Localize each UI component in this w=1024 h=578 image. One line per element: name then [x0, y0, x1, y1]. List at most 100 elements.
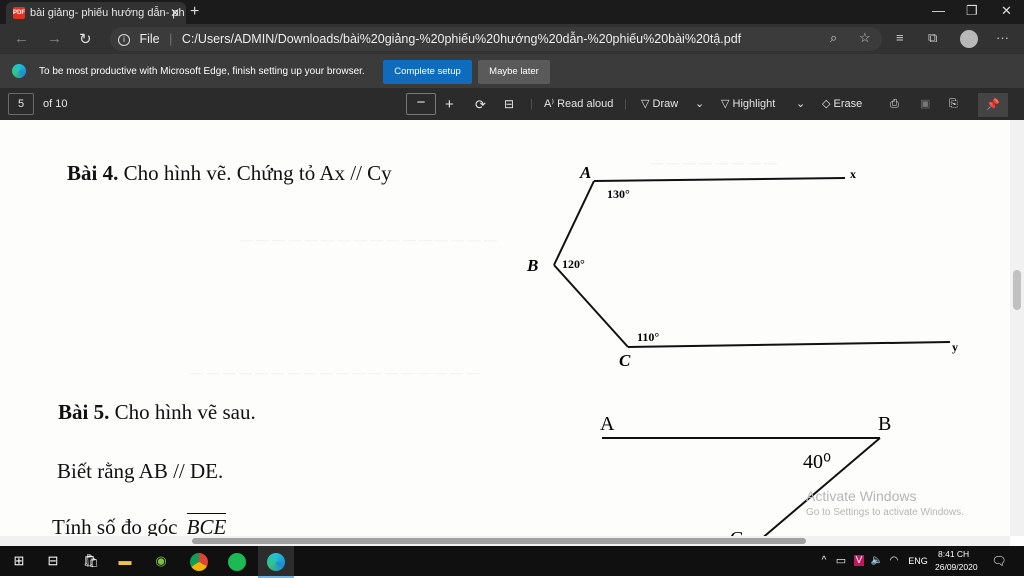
- ray-cy: [627, 341, 951, 348]
- point-b-label: B: [526, 256, 538, 275]
- minimize-button[interactable]: —: [932, 2, 945, 20]
- refresh-icon[interactable]: ↻: [79, 30, 92, 48]
- highlight-button[interactable]: ▽ Highlight: [721, 89, 775, 120]
- address-bar: ← → ↻ i File | C:/Users/ADMIN/Downloads/…: [0, 24, 1024, 54]
- draw-label: Draw: [652, 98, 679, 110]
- page-count: of 10: [43, 98, 68, 110]
- pin-toolbar-icon[interactable]: 📌: [978, 93, 1008, 117]
- vertical-scroll-thumb[interactable]: [1013, 270, 1021, 310]
- back-icon[interactable]: ←: [14, 30, 29, 47]
- point-a-label: A: [579, 163, 591, 182]
- profile-avatar[interactable]: [960, 30, 978, 48]
- save-as-icon[interactable]: ⎘: [949, 89, 958, 120]
- pdf-icon: PDF: [13, 7, 25, 19]
- window-close-button[interactable]: ✕: [1001, 2, 1012, 20]
- zoom-icon[interactable]: ⌕: [830, 30, 837, 46]
- task-view-icon[interactable]: ⊟: [42, 546, 64, 576]
- info-icon: i: [118, 33, 130, 46]
- edge-infobar: To be most productive with Microsoft Edg…: [0, 54, 1024, 89]
- pdf-toolbar: 5 of 10 − + ⟳ ⊟ | A⁾ Read aloud | ▽ Draw…: [0, 89, 1024, 120]
- print-icon[interactable]: ⎙: [890, 89, 899, 120]
- favorite-star-icon[interactable]: ☆: [859, 30, 871, 46]
- activate-windows-sub: Go to Settings to activate Windows.: [806, 507, 964, 518]
- ray-ax: [593, 177, 846, 182]
- segment-ab: [553, 180, 595, 266]
- zoom-out-button[interactable]: −: [406, 93, 436, 115]
- volume-icon[interactable]: 🔈: [870, 546, 884, 576]
- store-icon[interactable]: 🛍: [80, 546, 102, 576]
- language-indicator[interactable]: ENG: [905, 546, 931, 576]
- tab-bar: PDF bài giảng- phiếu hướng dẫn- ph ✕ + —…: [0, 0, 1024, 24]
- network-icon[interactable]: ◠: [887, 546, 901, 576]
- highlight-label: Highlight: [732, 98, 776, 110]
- forward-icon[interactable]: →: [47, 30, 62, 47]
- divider: |: [624, 98, 627, 110]
- vertical-scrollbar[interactable]: [1010, 120, 1024, 536]
- tray-app-icon[interactable]: ▭: [834, 546, 848, 576]
- collections-icon[interactable]: ⧉: [928, 30, 937, 46]
- windows-taskbar: ⊞ ⊟ 🛍 ▬ ◉ ^ ▭ V 🔈 ◠ ENG 8:41 CH 26/09/20…: [0, 546, 1024, 578]
- tab-title: bài giảng- phiếu hướng dẫn- ph: [30, 7, 185, 19]
- tab-active[interactable]: PDF bài giảng- phiếu hướng dẫn- ph ✕: [6, 2, 186, 24]
- figure-bai4: A x 130° B 120° 110° C y: [526, 163, 958, 370]
- url-text: C:/Users/ADMIN/Downloads/bài%20giảng-%20…: [181, 32, 742, 46]
- point-x-label: x: [850, 167, 856, 181]
- pdf-page: — — — — — — — — — — — — — — — — — — — — …: [0, 120, 1010, 536]
- save-icon[interactable]: ▣: [920, 89, 930, 120]
- given-line: Biết rằng AB // DE.: [57, 459, 224, 483]
- tab-close-icon[interactable]: ✕: [170, 2, 180, 24]
- file-explorer-icon[interactable]: ▬: [114, 546, 136, 576]
- tray-chevron-icon[interactable]: ^: [818, 546, 830, 576]
- draw-dropdown-icon[interactable]: ⌄: [695, 89, 704, 120]
- horizontal-scroll-thumb[interactable]: [192, 538, 806, 544]
- spotify-icon[interactable]: [226, 546, 248, 576]
- highlight-dropdown-icon[interactable]: ⌄: [796, 89, 805, 120]
- erase-button[interactable]: ◇ Erase: [822, 89, 862, 120]
- eraser-icon: ◇: [822, 98, 834, 110]
- maybe-later-button[interactable]: Maybe later: [478, 60, 550, 84]
- bai5-text: Cho hình vẽ sau.: [114, 400, 256, 424]
- favorites-icon[interactable]: ≡: [896, 30, 904, 45]
- infobar-message: To be most productive with Microsoft Edg…: [39, 66, 365, 77]
- horizontal-scrollbar[interactable]: [0, 536, 1010, 546]
- segment-bc: [553, 264, 629, 348]
- question-text: Tính số đo góc: [52, 515, 178, 536]
- zoom-in-button[interactable]: +: [445, 89, 454, 120]
- draw-button[interactable]: ▽ Draw: [641, 89, 678, 120]
- bleed-text: — — — — — — — — — — — — — — — — — —: [190, 365, 480, 380]
- start-windows-icon[interactable]: ⊞: [8, 546, 30, 576]
- clock-time[interactable]: 8:41 CH: [938, 549, 969, 559]
- rotate-icon[interactable]: ⟳: [475, 89, 486, 120]
- erase-label: Erase: [833, 98, 863, 110]
- chrome-icon[interactable]: [188, 546, 210, 576]
- new-tab-button[interactable]: +: [190, 2, 199, 22]
- angle-b-label: 120°: [562, 257, 585, 271]
- draw-icon: ▽: [641, 98, 653, 110]
- restore-button[interactable]: ❐: [966, 2, 978, 20]
- divider: |: [530, 98, 533, 110]
- activate-windows-title: Activate Windows: [806, 488, 917, 504]
- notification-icon[interactable]: 🗨: [990, 546, 1008, 576]
- bai5-heading: Bài 5. Cho hình vẽ sau.: [58, 400, 256, 425]
- complete-setup-button[interactable]: Complete setup: [383, 60, 472, 84]
- point-a-label: A: [600, 413, 615, 435]
- bleed-text: — — — — — — — — — — — — — — — —: [240, 232, 497, 247]
- bai5-label: Bài 5.: [58, 400, 110, 424]
- more-menu-icon[interactable]: ···: [996, 30, 1009, 45]
- point-c-label: C: [730, 528, 743, 536]
- edge-taskbar-icon[interactable]: [258, 546, 294, 578]
- app-green-icon[interactable]: ◉: [150, 546, 172, 576]
- separator: |: [169, 32, 173, 46]
- fit-page-icon[interactable]: ⊟: [504, 89, 514, 120]
- point-c-label: C: [619, 351, 631, 370]
- tray-vpn-icon[interactable]: V: [852, 546, 866, 576]
- bai4-heading: Bài 4. Cho hình vẽ. Chứng tỏ Ax // Cy: [67, 161, 392, 186]
- scheme-label: File: [139, 32, 160, 46]
- angle-bce: BCE: [186, 513, 227, 536]
- highlight-icon: ▽: [721, 98, 733, 110]
- question-line: Tính số đo góc BCE: [52, 513, 227, 536]
- clock-date[interactable]: 26/09/2020: [935, 562, 978, 572]
- read-aloud-button[interactable]: A⁾ Read aloud: [544, 89, 613, 120]
- url-field[interactable]: i File | C:/Users/ADMIN/Downloads/bài%20…: [110, 27, 882, 51]
- page-number-input[interactable]: 5: [8, 93, 34, 115]
